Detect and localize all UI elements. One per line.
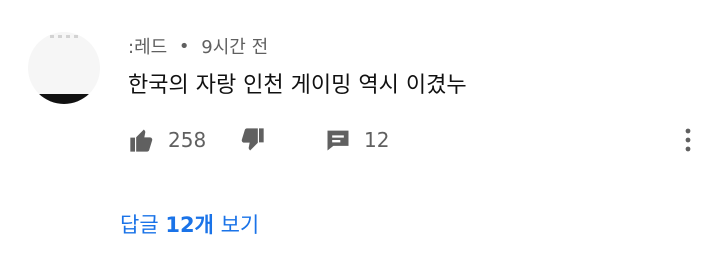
like-button[interactable]: 258 bbox=[128, 124, 206, 156]
comment-card: :레드 • 9시간 전 한국의 자랑 인천 게이밍 역시 이겼누 258 12 bbox=[0, 0, 720, 266]
replies-link-count: 12개 bbox=[165, 213, 214, 237]
timestamp[interactable]: 9시간 전 bbox=[201, 37, 268, 58]
meta-separator: • bbox=[178, 36, 190, 57]
replies-link-suffix: 보기 bbox=[220, 213, 260, 237]
reply-button[interactable]: 12 bbox=[324, 124, 389, 156]
more-vertical-icon bbox=[685, 128, 691, 152]
reply-comment-icon bbox=[327, 130, 349, 151]
like-count: 258 bbox=[168, 128, 207, 152]
reply-count: 12 bbox=[364, 128, 390, 152]
more-button[interactable] bbox=[674, 124, 702, 156]
author-name[interactable]: :레드 bbox=[128, 37, 167, 58]
comment-text: 한국의 자랑 인천 게이밍 역시 이겼누 bbox=[128, 73, 467, 98]
avatar-top-detail bbox=[50, 35, 78, 38]
comment-meta: :레드 • 9시간 전 bbox=[128, 36, 268, 60]
avatar-bottom-detail bbox=[28, 94, 100, 104]
avatar[interactable] bbox=[28, 32, 100, 104]
replies-link-prefix: 답글 bbox=[120, 213, 159, 237]
thumb-up-icon bbox=[130, 129, 153, 152]
view-replies-link[interactable]: 답글 12개 보기 bbox=[120, 210, 259, 240]
dislike-button[interactable] bbox=[238, 124, 266, 156]
comment-actions: 258 12 bbox=[128, 124, 688, 156]
thumb-down-icon bbox=[241, 128, 264, 151]
